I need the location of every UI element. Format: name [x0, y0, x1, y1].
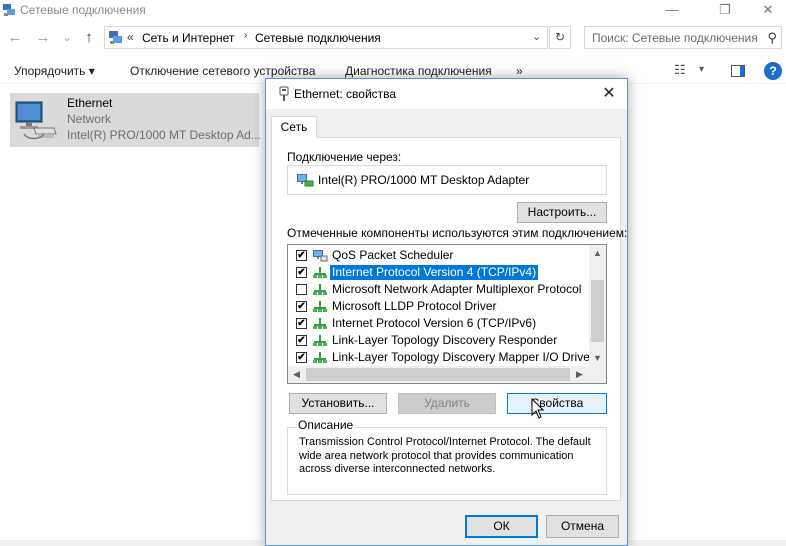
component-checkbox[interactable]: ✔ — [296, 352, 307, 363]
more-commands-chevron[interactable]: » — [516, 64, 523, 78]
components-label: Отмеченные компоненты используются этим … — [287, 226, 628, 240]
component-item[interactable]: ✔ Link-Layer Topology Discovery Mapper I/… — [288, 349, 594, 366]
close-window-button[interactable]: ✕ — [746, 0, 786, 20]
mouse-cursor-icon — [531, 398, 545, 419]
adapter-device: Intel(R) PRO/1000 MT Desktop Ad... — [67, 128, 261, 142]
breadcrumb-network-internet[interactable]: Сеть и Интернет — [142, 31, 234, 45]
network-adapter-icon — [297, 174, 314, 187]
configure-button[interactable]: Настроить... — [517, 202, 607, 223]
ethernet-adapter-icon — [15, 101, 57, 140]
component-checkbox[interactable]: ✔ — [296, 335, 307, 346]
maximize-button[interactable]: ❐ — [703, 0, 747, 20]
adapter-field-text: Intel(R) PRO/1000 MT Desktop Adapter — [318, 173, 530, 187]
component-checkbox[interactable]: ✔ — [296, 318, 307, 329]
address-row: ← → ⌄ ↑ « Сеть и Интернет › Сетевые подк… — [0, 25, 786, 53]
component-label: Link-Layer Topology Discovery Responder — [332, 333, 558, 347]
ethernet-adapter-item[interactable]: Ethernet Network Intel(R) PRO/1000 MT De… — [10, 93, 261, 147]
scroll-down-icon[interactable]: ▼ — [589, 350, 606, 367]
component-label: Internet Protocol Version 4 (TCP/IPv4) — [328, 264, 540, 281]
component-label: Link-Layer Topology Discovery Mapper I/O… — [332, 350, 594, 364]
forward-arrow-icon[interactable]: → — [34, 29, 52, 47]
scroll-left-icon[interactable]: ◀ — [288, 366, 305, 383]
vertical-scrollbar[interactable]: ▲ ▼ — [589, 245, 606, 367]
properties-button[interactable]: Свойства — [507, 393, 607, 414]
install-button[interactable]: Установить... — [289, 393, 387, 414]
window-titlebar: Сетевые подключения — ❐ ✕ — [0, 0, 786, 22]
adapter-network: Network — [67, 112, 112, 126]
components-list[interactable]: ✔ QoS Packet Scheduler ✔ Internet Protocol … — [287, 244, 607, 384]
protocol-icon — [313, 352, 327, 363]
network-tab-panel: Подключение через: Intel(R) PRO/1000 MT … — [271, 137, 627, 501]
breadcrumb-network-connections[interactable]: Сетевые подключения — [255, 31, 381, 45]
component-item[interactable]: ✔ Link-Layer Topology Discovery Responder — [288, 332, 588, 349]
network-folder-icon — [109, 31, 122, 44]
component-item[interactable]: ✔ Internet Protocol Version 4 (TCP/IPv4) — [288, 264, 588, 281]
scroll-up-icon[interactable]: ▲ — [589, 245, 606, 262]
window-title: Сетевые подключения — [20, 3, 146, 17]
dialog-close-icon[interactable]: ✕ — [597, 83, 621, 105]
component-label: Microsoft Network Adapter Multiplexor Pr… — [332, 282, 582, 296]
protocol-icon — [313, 335, 327, 346]
ethernet-properties-dialog: Ethernet: свойства ✕ Сеть Подключение че… — [265, 78, 628, 546]
disable-device-command[interactable]: Отключение сетевого устройства — [130, 64, 315, 78]
tab-network[interactable]: Сеть — [271, 116, 317, 138]
protocol-icon — [313, 301, 327, 312]
breadcrumb-overflow[interactable]: « — [127, 30, 134, 44]
scheduler-icon — [313, 250, 328, 262]
refresh-icon[interactable]: ↻ — [549, 26, 571, 49]
minimize-button[interactable]: — — [650, 0, 694, 20]
component-checkbox[interactable] — [296, 284, 307, 295]
recent-locations-chevron-icon[interactable]: ⌄ — [58, 29, 76, 47]
protocol-icon — [313, 318, 327, 329]
protocol-icon — [313, 284, 327, 295]
breadcrumb-separator[interactable]: › — [244, 30, 247, 41]
preview-pane-icon[interactable]: ▯ — [731, 65, 745, 77]
uninstall-button[interactable]: Удалить — [398, 393, 496, 414]
dialog-titlebar: Ethernet: свойства ✕ — [266, 79, 627, 109]
component-item[interactable]: ✔ Internet Protocol Version 6 (TCP/IPv6) — [288, 315, 588, 332]
vertical-scroll-thumb[interactable] — [591, 280, 604, 342]
search-box[interactable]: Поиск: Сетевые подключения ⚲ — [584, 26, 782, 49]
adapter-name: Ethernet — [67, 96, 113, 110]
description-text: Transmission Control Protocol/Internet P… — [299, 436, 591, 475]
help-icon[interactable]: ? — [764, 62, 782, 80]
component-checkbox[interactable]: ✔ — [296, 301, 307, 312]
diagnose-connection-command[interactable]: Диагностика подключения — [345, 64, 492, 78]
component-label: Internet Protocol Version 6 (TCP/IPv6) — [332, 316, 537, 330]
horizontal-scrollbar[interactable]: ◀ ▶ — [288, 366, 606, 383]
connect-using-label: Подключение через: — [287, 150, 402, 164]
change-view-icon[interactable]: ☷ — [674, 62, 686, 78]
network-connections-icon — [3, 4, 15, 16]
adapter-field: Intel(R) PRO/1000 MT Desktop Adapter — [287, 165, 607, 195]
ok-button[interactable]: ОК — [465, 515, 538, 538]
ethernet-plug-icon — [279, 86, 289, 101]
address-bar[interactable]: « Сеть и Интернет › Сетевые подключения … — [104, 26, 548, 49]
component-checkbox[interactable]: ✔ — [296, 267, 307, 278]
search-icon[interactable]: ⚲ — [767, 30, 777, 46]
view-dropdown-icon[interactable]: ▾ — [699, 64, 704, 75]
dialog-title: Ethernet: свойства — [294, 87, 397, 101]
component-label: QoS Packet Scheduler — [332, 248, 454, 262]
component-item[interactable]: ✔ Microsoft LLDP Protocol Driver — [288, 298, 588, 315]
scrollbar-corner — [589, 366, 606, 383]
horizontal-scroll-thumb[interactable] — [306, 368, 570, 381]
up-arrow-icon[interactable]: ↑ — [80, 29, 98, 47]
component-item[interactable]: Microsoft Network Adapter Multiplexor Pr… — [288, 281, 588, 298]
component-item[interactable]: ✔ QoS Packet Scheduler — [288, 247, 588, 264]
organize-menu[interactable]: Упорядочить ▾ — [14, 64, 95, 78]
cancel-button[interactable]: Отмена — [546, 515, 619, 538]
address-dropdown-icon[interactable]: ⌄ — [532, 30, 541, 43]
description-legend: Описание — [295, 418, 357, 432]
protocol-icon — [313, 267, 327, 278]
scroll-right-icon[interactable]: ▶ — [571, 366, 588, 383]
back-arrow-icon[interactable]: ← — [6, 29, 24, 47]
component-label: Microsoft LLDP Protocol Driver — [332, 299, 497, 313]
search-placeholder: Поиск: Сетевые подключения — [592, 31, 758, 45]
component-checkbox[interactable]: ✔ — [296, 250, 307, 261]
